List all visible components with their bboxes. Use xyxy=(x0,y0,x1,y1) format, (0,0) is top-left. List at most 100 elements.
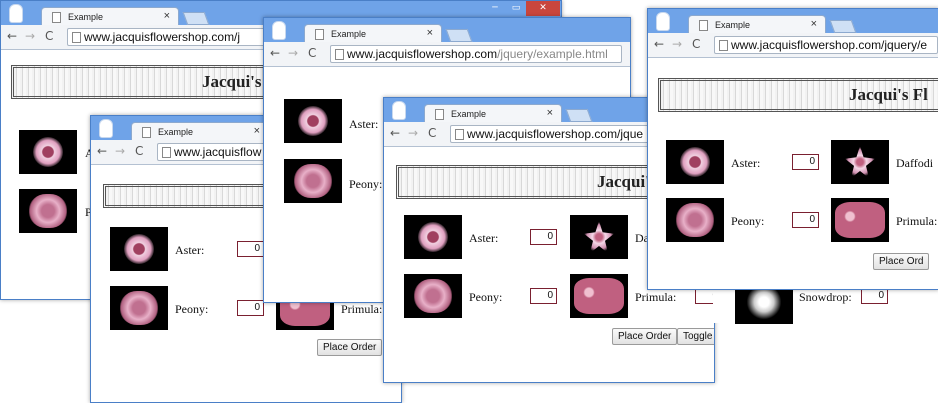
snowdrop-quantity-input[interactable]: 0 xyxy=(861,288,888,304)
toggle-button[interactable]: Toggle xyxy=(677,328,714,345)
new-tab-button[interactable] xyxy=(829,20,857,33)
back-icon[interactable]: ← xyxy=(654,37,664,51)
peony-image xyxy=(404,274,462,318)
profile-icon[interactable] xyxy=(9,4,23,23)
address-bar[interactable]: www.jacquisflowershop.com/jquery/example… xyxy=(330,45,622,63)
url-host: www.jacquisflowershop.com xyxy=(347,47,498,61)
profile-icon[interactable] xyxy=(656,12,670,31)
tab-bar: Example × xyxy=(648,9,938,35)
toolbar: ← → C www.jacquisflowershop.com/jquery/e… xyxy=(264,42,630,67)
tab-bar: Example × xyxy=(264,18,630,44)
aster-quantity-input[interactable]: 0 xyxy=(237,241,264,257)
url-text: www.jacquisflowershop.com/jquery/e xyxy=(731,38,928,52)
tab-title: Example xyxy=(331,29,367,39)
close-tab-icon[interactable]: × xyxy=(547,107,553,119)
forward-icon[interactable]: → xyxy=(115,144,125,158)
aster-label: Aster: xyxy=(731,156,761,170)
page-icon xyxy=(142,127,151,138)
page-icon xyxy=(699,20,708,31)
tab-example[interactable]: Example × xyxy=(424,104,562,124)
peony-quantity-input[interactable]: 0 xyxy=(530,288,557,304)
primula-image xyxy=(570,274,628,318)
profile-icon[interactable] xyxy=(272,21,286,40)
close-tab-icon[interactable]: × xyxy=(254,125,260,137)
snowdrop-label: Snowdrop: xyxy=(799,290,852,304)
tab-example[interactable]: Example × xyxy=(304,24,442,44)
page-icon xyxy=(435,109,444,120)
aster-image xyxy=(666,140,724,184)
page-icon xyxy=(455,129,464,140)
reload-icon[interactable]: C xyxy=(428,126,436,140)
peony-quantity-input[interactable]: 0 xyxy=(237,300,264,316)
forward-icon[interactable]: → xyxy=(672,37,682,51)
place-order-button[interactable]: Place Ord xyxy=(873,253,930,270)
banner: Jacqui's Fl xyxy=(658,78,938,112)
tab-example[interactable]: Example × xyxy=(131,122,269,142)
daffodil-image xyxy=(570,215,628,259)
peony-label: Peony: xyxy=(731,214,765,228)
banner-title: Jacqui's xyxy=(202,72,262,91)
primula-image xyxy=(831,198,889,242)
address-bar[interactable]: www.jacquisflowershop.com/jquery/e xyxy=(714,36,938,54)
banner-title: Jacqui's Fl xyxy=(849,85,928,104)
place-order-button[interactable]: Place Order xyxy=(317,339,383,356)
aster-label: Aster: xyxy=(349,117,379,131)
peony-image xyxy=(666,198,724,242)
page-content: Jacqui's Fl Aster: 0 Daffodi Peony: 0 Pr… xyxy=(648,58,938,289)
back-icon[interactable]: ← xyxy=(270,46,280,60)
aster-quantity-input[interactable]: 0 xyxy=(792,154,819,170)
reload-icon[interactable]: C xyxy=(45,29,53,43)
daffodil-image xyxy=(831,140,889,184)
tab-title: Example xyxy=(451,109,487,119)
tab-title: Example xyxy=(158,127,194,137)
page-icon xyxy=(719,40,728,51)
reload-icon[interactable]: C xyxy=(308,46,316,60)
page-icon xyxy=(52,12,61,23)
peony-label: Peony: xyxy=(349,177,383,191)
page-icon xyxy=(335,49,344,60)
profile-icon[interactable] xyxy=(392,101,406,120)
aster-image xyxy=(19,130,77,174)
daffodil-label: Daffodi xyxy=(896,156,934,170)
new-tab-button[interactable] xyxy=(445,29,473,42)
close-window-button[interactable]: ✕ xyxy=(526,1,560,16)
aster-image xyxy=(404,215,462,259)
place-order-button[interactable]: Place Order xyxy=(612,328,678,345)
primula-label: Primula: xyxy=(341,302,383,316)
new-tab-button[interactable] xyxy=(182,12,210,25)
peony-image xyxy=(284,159,342,203)
url-path: /jquery/example.html xyxy=(497,47,608,61)
close-tab-icon[interactable]: × xyxy=(811,18,817,30)
page-icon xyxy=(315,29,324,40)
primula-label: Primula: xyxy=(635,290,677,304)
url-text: www.jacquisflowershop.com/jque xyxy=(467,127,644,141)
back-icon[interactable]: ← xyxy=(390,126,400,140)
close-tab-icon[interactable]: × xyxy=(427,27,433,39)
primula-label: Primula: xyxy=(896,214,938,228)
reload-icon[interactable]: C xyxy=(692,37,700,51)
profile-icon[interactable] xyxy=(99,119,113,138)
maximize-button[interactable]: ▭ xyxy=(506,1,526,16)
forward-icon[interactable]: → xyxy=(408,126,418,140)
primula-quantity-input[interactable]: 0 xyxy=(695,288,714,304)
peony-label: Peony: xyxy=(175,302,209,316)
aster-image xyxy=(284,99,342,143)
forward-icon[interactable]: → xyxy=(288,46,298,60)
tab-example[interactable]: Example × xyxy=(688,15,826,35)
aster-label: Aster: xyxy=(469,231,499,245)
peony-quantity-input[interactable]: 0 xyxy=(792,212,819,228)
url-text: www.jacquisflow xyxy=(174,145,262,159)
forward-icon[interactable]: → xyxy=(25,29,35,43)
close-tab-icon[interactable]: × xyxy=(164,10,170,22)
aster-quantity-input[interactable]: 0 xyxy=(530,229,557,245)
back-icon[interactable]: ← xyxy=(7,29,17,43)
minimize-button[interactable]: ─ xyxy=(484,1,506,16)
back-icon[interactable]: ← xyxy=(97,144,107,158)
reload-icon[interactable]: C xyxy=(135,144,143,158)
tab-title: Example xyxy=(715,20,751,30)
url-text: www.jacquisflowershop.com/j xyxy=(84,30,241,44)
aster-label: Aster: xyxy=(175,243,205,257)
peony-image xyxy=(110,286,168,330)
tab-example[interactable]: Example × xyxy=(41,7,179,27)
new-tab-button[interactable] xyxy=(565,109,593,122)
